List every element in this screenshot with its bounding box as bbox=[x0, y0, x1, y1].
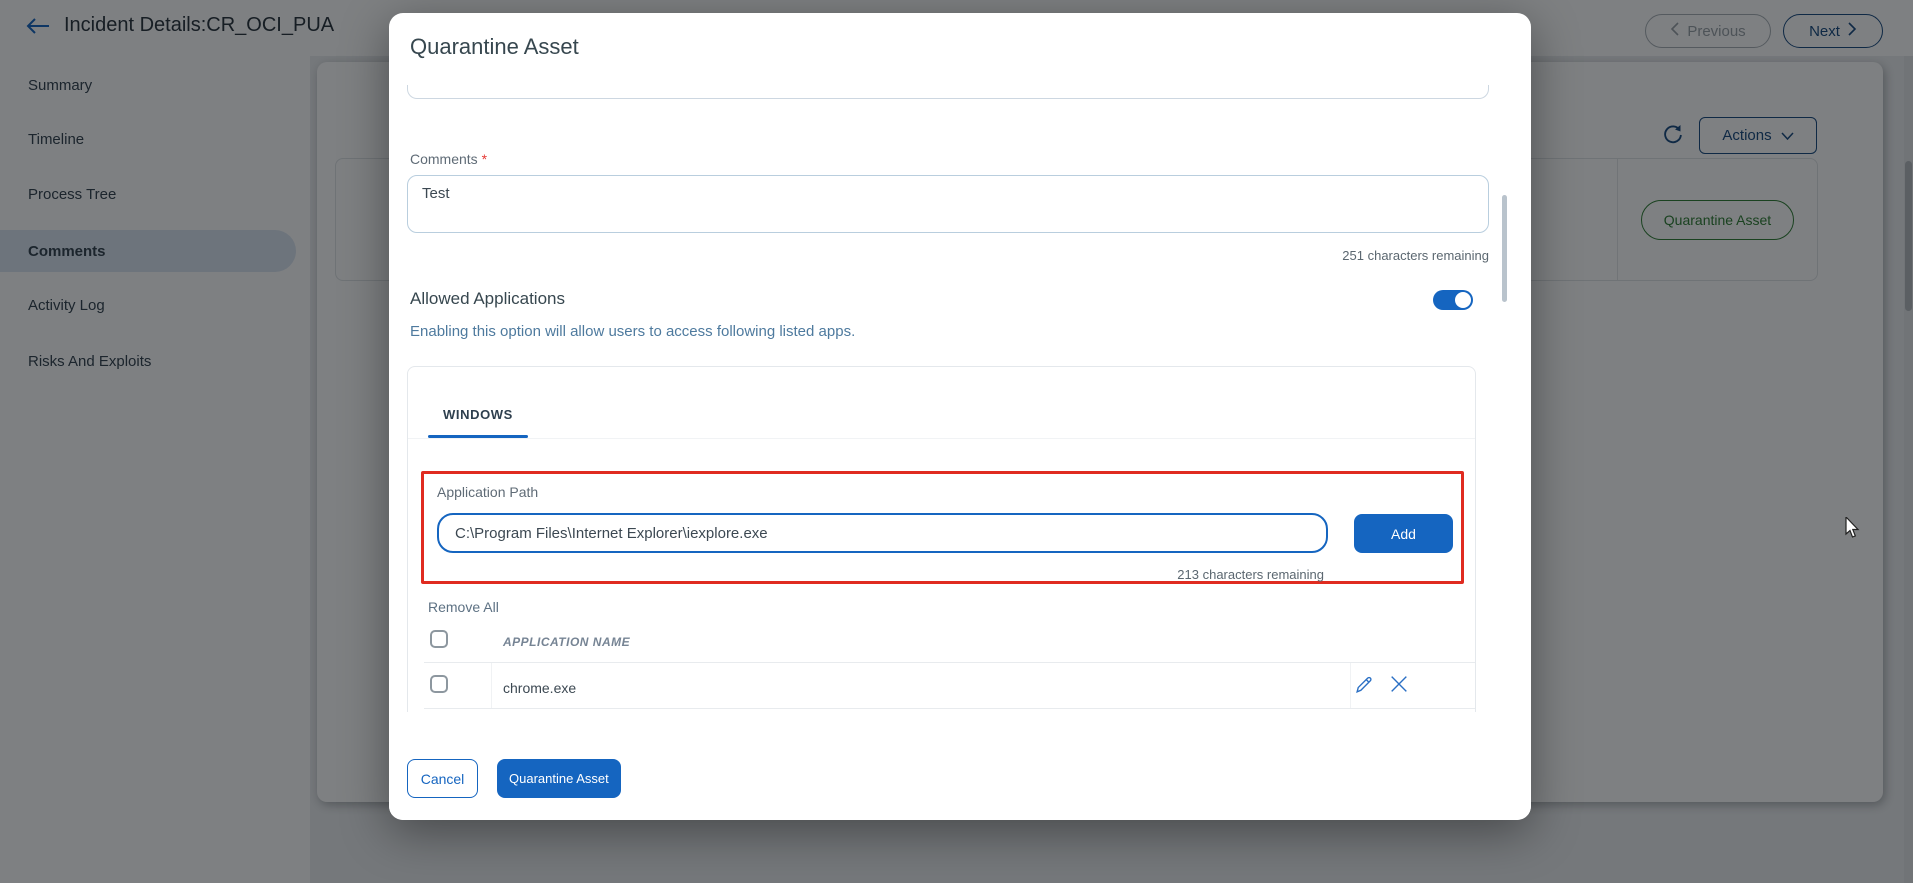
application-name-column-header: APPLICATION NAME bbox=[503, 635, 631, 649]
allowed-applications-card: WINDOWS Application Path Add 213 charact… bbox=[407, 366, 1476, 746]
application-path-highlight-box: Application Path Add 213 characters rema… bbox=[421, 471, 1464, 584]
modal-scrollbar-thumb[interactable] bbox=[1502, 195, 1507, 302]
scrolled-field-bottom[interactable] bbox=[407, 85, 1489, 99]
delete-x-icon[interactable] bbox=[1388, 673, 1410, 695]
comments-label: Comments * bbox=[410, 151, 488, 167]
required-asterisk: * bbox=[481, 151, 488, 167]
comments-char-count: 251 characters remaining bbox=[1342, 248, 1489, 263]
cancel-button[interactable]: Cancel bbox=[407, 759, 478, 798]
dialog-title: Quarantine Asset bbox=[410, 34, 579, 59]
add-button[interactable]: Add bbox=[1354, 514, 1453, 553]
row-checkbox[interactable] bbox=[430, 675, 448, 693]
table-header-divider bbox=[424, 662, 1475, 663]
application-name-cell: chrome.exe bbox=[503, 680, 577, 696]
application-path-input[interactable] bbox=[437, 513, 1328, 553]
allowed-applications-heading: Allowed Applications bbox=[410, 289, 565, 308]
dialog-footer: Cancel Quarantine Asset bbox=[389, 712, 1531, 820]
column-divider bbox=[491, 663, 492, 708]
allowed-applications-toggle[interactable] bbox=[1433, 290, 1473, 310]
quarantine-asset-submit-button[interactable]: Quarantine Asset bbox=[497, 759, 621, 798]
tab-divider bbox=[408, 438, 1475, 439]
application-path-label: Application Path bbox=[437, 484, 539, 500]
screen: Incident Details:CR_OCI_PUA Previous Nex… bbox=[0, 0, 1913, 883]
comments-textarea[interactable]: Test bbox=[407, 175, 1489, 233]
remove-all-link[interactable]: Remove All bbox=[428, 599, 499, 615]
table-row-divider bbox=[424, 708, 1475, 709]
select-all-checkbox[interactable] bbox=[430, 630, 448, 648]
application-path-char-count: 213 characters remaining bbox=[1177, 567, 1324, 582]
quarantine-asset-dialog: Quarantine Asset Comments * Test 251 cha… bbox=[389, 13, 1531, 820]
edit-pencil-icon[interactable] bbox=[1353, 673, 1375, 695]
column-divider bbox=[1350, 663, 1351, 708]
toggle-knob bbox=[1455, 292, 1471, 308]
allowed-applications-description: Enabling this option will allow users to… bbox=[410, 323, 856, 340]
